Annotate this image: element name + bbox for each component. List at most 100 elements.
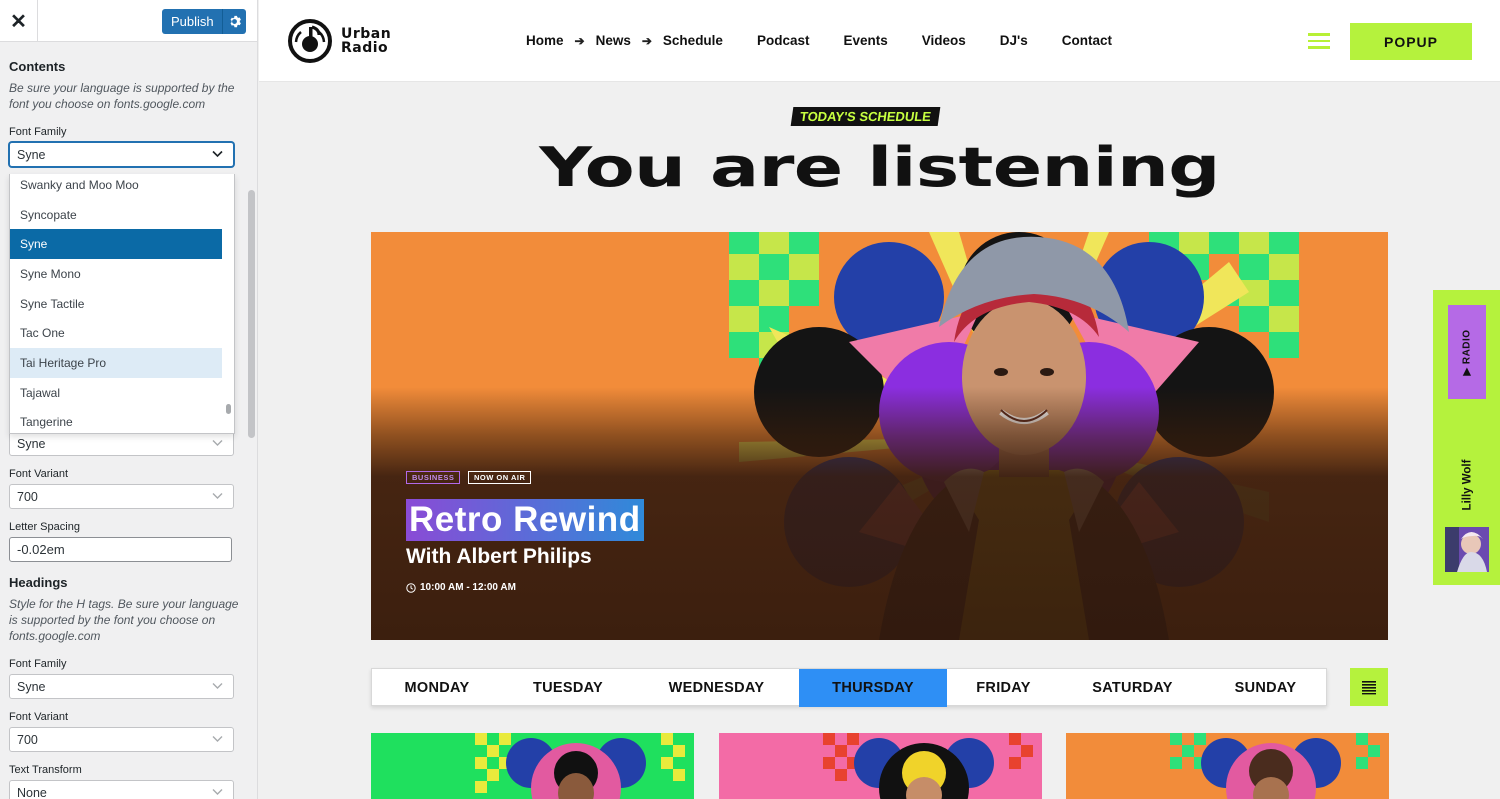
clock-icon [406,582,416,593]
font-option[interactable]: Syncopate [10,200,222,230]
dj-avatar[interactable] [1445,527,1489,572]
chevron-down-icon [212,736,223,742]
list-icon [1362,681,1376,695]
nav-podcast[interactable]: Podcast [757,33,810,48]
chevron-down-icon [212,493,223,499]
close-customizer-button[interactable]: ✕ [0,0,38,42]
publish-label: Publish [171,14,214,29]
chevron-down-icon [212,440,223,446]
page-headline: You are listening [539,136,1220,199]
show-card-image [1066,733,1389,799]
font-option[interactable]: Tangerine [10,408,222,434]
letter-spacing-input[interactable]: -0.02em [9,537,232,562]
dropdown-scrollbar[interactable] [226,404,231,414]
show-time-text: 10:00 AM - 12:00 AM [420,582,516,593]
text-transform-select[interactable]: None [9,780,234,799]
hidden-font-select-value: Syne [17,436,46,451]
logo-line-2: Radio [341,40,389,56]
font-option[interactable]: Swanky and Moo Moo [10,174,222,200]
radio-logo-icon [288,19,332,63]
contents-description: Be sure your language is supported by th… [9,81,235,111]
headings-font-variant-label: Font Variant [9,711,69,723]
nav-videos[interactable]: Videos [922,33,966,48]
main-nav: Home ➔ News ➔ Schedule Podcast Events Vi… [526,33,1112,48]
sidebar-scrollbar[interactable] [248,190,255,438]
nav-schedule[interactable]: Schedule [663,33,723,48]
popup-button[interactable]: POPUP [1350,23,1472,60]
headings-font-family-value: Syne [17,679,46,694]
on-air-badge: NOW ON AIR [468,471,532,484]
dj-name-text: Lilly Wolf [1461,459,1473,511]
text-transform-value: None [17,785,47,799]
font-option[interactable]: Tajawal [10,378,222,408]
logo-line-1: Urban [341,26,392,42]
headings-font-family-select[interactable]: Syne [9,674,234,699]
nav-djs[interactable]: DJ's [1000,33,1028,48]
tab-saturday[interactable]: SATURDAY [1060,669,1205,707]
font-option[interactable]: Syne Tactile [10,289,222,319]
show-card[interactable] [371,733,694,799]
show-card[interactable] [1066,733,1389,799]
hero-overlay [371,232,1388,640]
side-radio-player: ▶ RADIO Lilly Wolf [1433,290,1500,585]
radio-label: ▶ RADIO [1461,328,1473,376]
headings-description: Style for the H tags. Be sure your langu… [9,597,239,643]
font-family-value: Syne [17,147,46,162]
tab-thursday[interactable]: THURSDAY [799,669,947,707]
font-variant-value: 700 [17,489,38,504]
font-option-hovered[interactable]: Tai Heritage Pro [10,348,222,378]
nav-news[interactable]: News [596,33,631,48]
show-time: 10:00 AM - 12:00 AM [406,582,516,593]
font-option[interactable]: Syne Mono [10,259,222,289]
customizer-sidebar: ✕ Publish Contents Be sure your language… [0,0,258,799]
nav-contact[interactable]: Contact [1062,33,1112,48]
show-host: With Albert Philips [406,545,592,568]
radio-play-button[interactable]: ▶ RADIO [1448,305,1486,399]
show-card-image [719,733,1042,799]
font-option-selected[interactable]: Syne [10,229,222,260]
font-family-dropdown-list[interactable]: Swanky and Moo Moo Syncopate Syne Syne M… [9,174,235,434]
nav-home[interactable]: Home [526,33,564,48]
show-card[interactable] [719,733,1042,799]
headings-font-variant-value: 700 [17,732,38,747]
show-title[interactable]: Retro Rewind [406,499,644,541]
chevron-down-icon [212,150,223,158]
now-playing-hero[interactable]: BUSINESS NOW ON AIR Retro Rewind With Al… [371,232,1388,640]
letter-spacing-label: Letter Spacing [9,521,80,533]
tab-wednesday[interactable]: WEDNESDAY [634,669,799,707]
font-option[interactable]: Tac One [10,318,222,348]
font-family-label: Font Family [9,126,67,138]
tab-monday[interactable]: MONDAY [372,669,502,707]
chevron-down-icon [212,683,223,689]
logo-text: Urban Radio [341,27,391,55]
hamburger-icon[interactable] [1308,33,1330,53]
tab-tuesday[interactable]: TUESDAY [502,669,634,707]
text-transform-label: Text Transform [9,764,82,776]
category-badge[interactable]: BUSINESS [406,471,461,484]
current-dj-name: Lilly Wolf [1455,450,1479,520]
dj-avatar-image [1445,527,1489,572]
contents-heading: Contents [9,59,66,74]
headings-heading: Headings [9,575,68,590]
customizer-header: ✕ Publish [0,0,257,42]
site-header: Urban Radio Home ➔ News ➔ Schedule Podca… [259,0,1500,82]
font-variant-label: Font Variant [9,468,69,480]
font-family-select[interactable]: Syne [9,142,234,167]
list-view-button[interactable] [1350,668,1388,706]
hidden-font-select[interactable]: Syne [9,431,234,456]
arrow-right-icon: ➔ [574,33,585,48]
font-variant-select[interactable]: 700 [9,484,234,509]
site-preview: Urban Radio Home ➔ News ➔ Schedule Podca… [259,0,1500,799]
show-card-image [371,733,694,799]
publish-button[interactable]: Publish [162,9,246,34]
tab-sunday[interactable]: SUNDAY [1205,669,1326,707]
headings-font-family-label: Font Family [9,658,67,670]
site-logo[interactable]: Urban Radio [287,18,391,64]
gear-icon[interactable] [222,9,246,34]
day-tabs: MONDAY TUESDAY WEDNESDAY THURSDAY FRIDAY… [371,668,1327,707]
headings-font-variant-select[interactable]: 700 [9,727,234,752]
tab-friday[interactable]: FRIDAY [947,669,1060,707]
close-icon: ✕ [10,10,27,33]
todays-schedule-badge: TODAY'S SCHEDULE [790,107,941,126]
nav-events[interactable]: Events [843,33,887,48]
